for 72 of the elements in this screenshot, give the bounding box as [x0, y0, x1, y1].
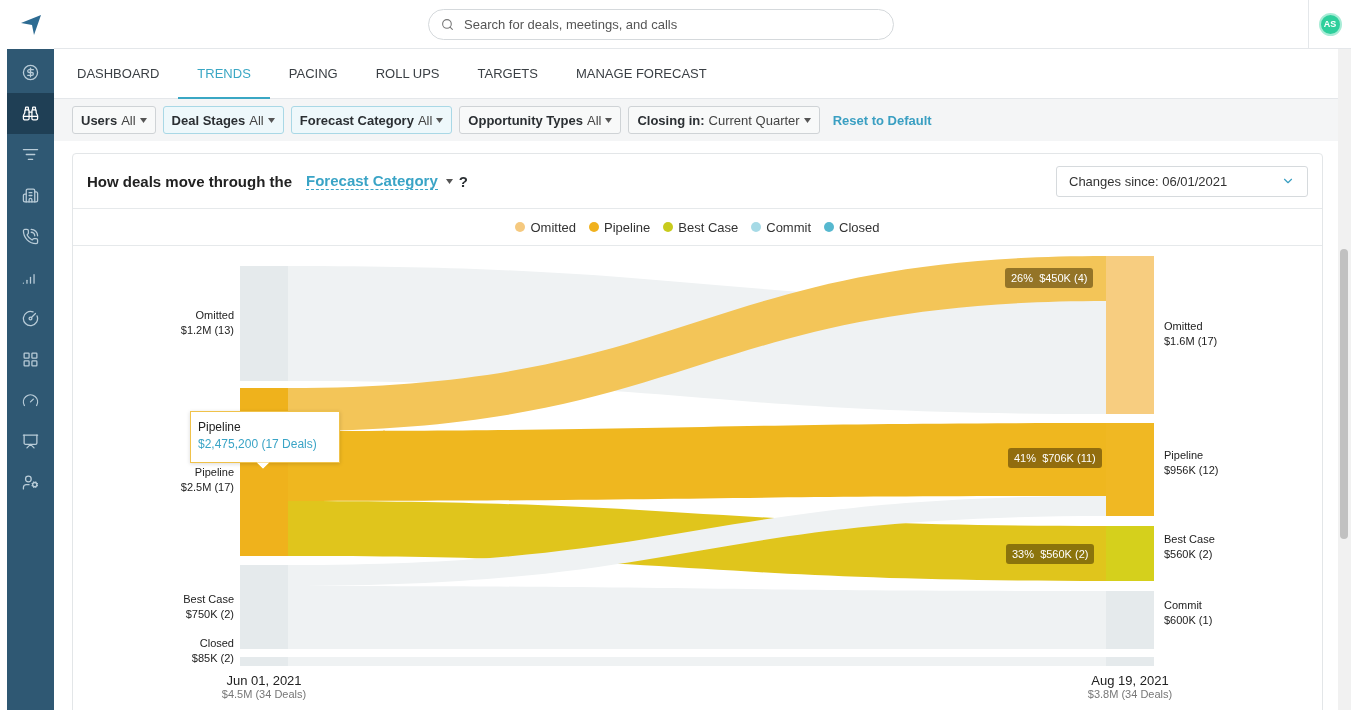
legend-label: Pipeline — [604, 219, 651, 235]
changes-since-dropdown[interactable]: Changes since: 06/01/2021 — [1056, 165, 1308, 197]
legend-label: Omitted — [530, 219, 576, 235]
filter-dropdown[interactable]: Closing in: Current Quarter — [628, 106, 820, 134]
legend-label: Best Case — [678, 219, 739, 235]
filter-dropdown[interactable]: Users All — [72, 106, 156, 134]
binoculars-icon — [22, 105, 39, 122]
start-date: Jun 01, 2021 — [226, 673, 302, 688]
question-mark: ? — [458, 172, 468, 190]
node-bar[interactable] — [1106, 657, 1154, 666]
node-value: $1.2M (13) — [180, 323, 234, 338]
node-label: Pipeline — [194, 465, 234, 480]
tooltip-title: Pipeline — [198, 420, 242, 434]
nav-tab[interactable]: ROLL UPS — [356, 49, 459, 99]
gauge-icon — [22, 310, 39, 327]
node-value: $1.6M (17) — [1164, 334, 1218, 349]
filter-dropdown[interactable]: Deal Stages All — [162, 106, 284, 134]
caret-icon — [803, 117, 811, 123]
flow-badge: 33% $560K (2) — [1006, 544, 1095, 564]
phone-icon — [22, 228, 39, 245]
caret-icon — [139, 117, 147, 123]
caret-icon — [605, 117, 613, 123]
filter-dropdown[interactable]: Opportunity Types All — [459, 106, 622, 134]
legend-label: Commit — [766, 219, 812, 235]
node-label: Pipeline — [1164, 448, 1204, 463]
node-value: $600K (1) — [1164, 613, 1213, 628]
node-bar[interactable] — [1106, 591, 1154, 649]
node-value: $2.5M (17) — [180, 480, 234, 495]
logo-icon[interactable] — [19, 13, 42, 36]
caret-icon — [267, 117, 275, 123]
node-label: Omitted — [195, 308, 234, 323]
node-label: Best Case — [183, 592, 234, 607]
node-label: Omitted — [1164, 319, 1203, 334]
dollar-icon — [22, 64, 39, 81]
search-bar[interactable]: Search for deals, meetings, and calls — [428, 8, 894, 40]
search-icon — [441, 17, 454, 31]
sidebar-item[interactable] — [7, 93, 54, 134]
node-bar[interactable] — [240, 565, 288, 649]
building-icon — [22, 187, 39, 204]
node-label: Closed — [199, 636, 234, 651]
card-title: How deals move through the — [87, 172, 293, 190]
node-value: $560K (2) — [1164, 547, 1213, 562]
scrollbar-thumb[interactable] — [1340, 249, 1348, 539]
tooltip-value: $2,475,200 (17 Deals) — [198, 437, 318, 451]
node-bar[interactable] — [1106, 526, 1154, 581]
filter-icon — [22, 146, 39, 163]
grid-icon — [22, 351, 39, 368]
end-total: $3.8M (34 Deals) — [1087, 688, 1173, 700]
node-bar[interactable] — [1106, 256, 1154, 414]
node-value: $85K (2) — [191, 651, 234, 666]
caret-icon — [445, 178, 453, 184]
node-value: $750K (2) — [185, 607, 234, 622]
filter-dropdown[interactable]: Forecast Category All — [290, 106, 453, 134]
user-settings-icon — [22, 474, 39, 491]
node-bar[interactable] — [240, 657, 288, 666]
presentation-icon — [22, 433, 39, 450]
start-total: $4.5M (34 Deals) — [221, 688, 307, 700]
node-bar[interactable] — [1106, 423, 1154, 516]
speedometer-icon — [22, 392, 39, 409]
end-date: Aug 19, 2021 — [1091, 673, 1169, 688]
nav-tab[interactable]: DASHBOARD — [58, 49, 179, 99]
nav-tab[interactable]: PACING — [269, 49, 357, 99]
node-bar[interactable] — [240, 266, 288, 381]
flow-badge: 26% $450K (4) — [1005, 268, 1094, 288]
node-label: Best Case — [1164, 532, 1215, 547]
nav-tab[interactable]: MANAGE FORECAST — [556, 49, 726, 99]
legend-label: Closed — [839, 219, 880, 235]
flow-badge: 41% $706K (11) — [1008, 448, 1102, 468]
node-value: $956K (12) — [1164, 463, 1219, 478]
node-label: Commit — [1164, 598, 1202, 613]
caret-icon — [436, 117, 444, 123]
nav-tab[interactable]: TARGETS — [458, 49, 557, 99]
